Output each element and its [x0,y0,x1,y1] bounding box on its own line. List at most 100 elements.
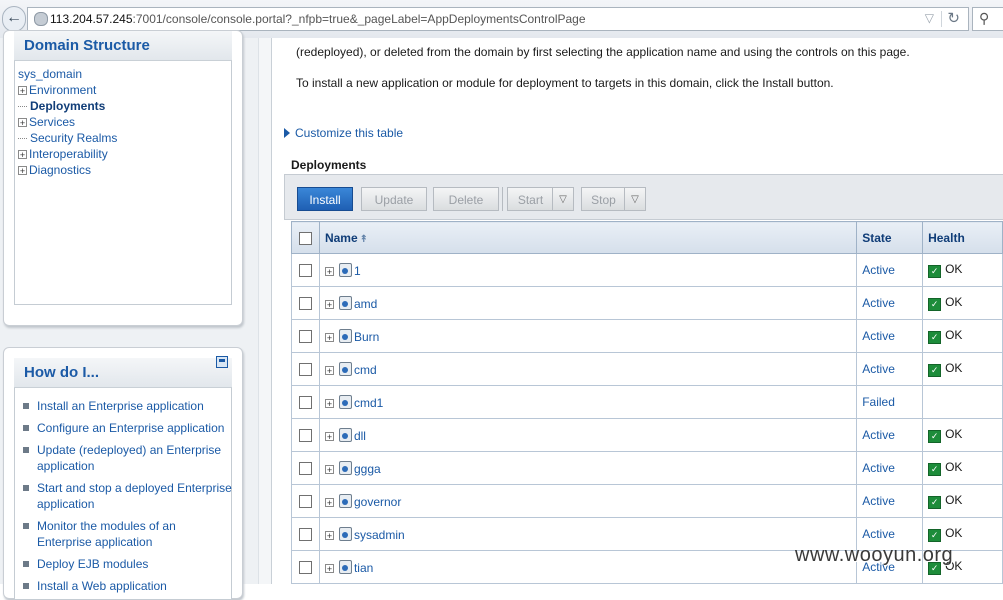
row-select-cell [291,484,320,518]
list-item: Update (redeployed) an Enterprise applic… [22,442,232,474]
state-column-header[interactable]: State [856,221,924,254]
health-value: OK [945,262,963,276]
tree-item-environment[interactable]: Environment [29,83,96,97]
how-do-i-panel: How do I... Install an Enterprise applic… [3,347,243,600]
domain-structure-title: Domain Structure [14,31,232,61]
howto-link[interactable]: Install an Enterprise application [37,399,204,413]
name-cell: +1 [318,253,858,287]
row-checkbox[interactable] [298,561,312,575]
howto-link[interactable]: Update (redeployed) an Enterprise applic… [37,443,221,473]
start-button[interactable]: Start ▽ [507,187,574,211]
name-cell: + sysadmin [318,517,858,551]
expand-icon[interactable]: + [18,150,27,160]
row-checkbox[interactable] [298,264,312,278]
deployment-name-link[interactable]: ggga [354,462,381,476]
expand-icon[interactable]: + [18,166,27,176]
check-icon: ✓ [928,298,942,311]
stop-button[interactable]: Stop ▽ [581,187,646,211]
state-value: Active [862,494,895,508]
expand-icon[interactable]: + [324,332,334,342]
deployment-name-link[interactable]: dll [354,429,366,443]
refresh-icon[interactable]: ↻ [947,9,960,27]
tree-item-diagnostics[interactable]: Diagnostics [29,163,91,177]
expand-icon[interactable]: + [324,299,334,309]
application-icon [338,262,352,277]
table-row: + Burn Active ✓ OK [291,319,1003,353]
expand-icon[interactable]: + [324,563,334,573]
deployment-name-link[interactable]: Burn [354,330,379,344]
sort-ascending-icon[interactable]: ↟ [360,234,368,245]
howto-link[interactable]: Install a Web application [37,579,167,593]
intro-text-line2: To install a new application or module f… [296,76,834,90]
select-all-checkbox[interactable] [298,231,312,245]
tree-item-interoperability[interactable]: Interoperability [29,147,108,161]
chevron-down-icon[interactable]: ▽ [552,188,573,210]
deployments-toolbar: Install Update Delete Start ▽ Stop ▽ [284,174,1003,220]
state-cell: Active [856,253,924,287]
chevron-down-icon[interactable]: ▽ [624,188,645,210]
bullet-icon [23,425,29,431]
row-checkbox[interactable] [298,462,312,476]
tree-root-sys-domain[interactable]: sys_domain [18,67,82,81]
expand-icon[interactable]: + [324,530,334,540]
install-button[interactable]: Install [297,187,353,211]
row-checkbox[interactable] [298,363,312,377]
row-checkbox[interactable] [298,396,312,410]
row-select-cell [291,418,320,452]
list-item: Install a Web application [22,578,232,594]
delete-button[interactable]: Delete [433,187,499,211]
dropdown-arrow-icon[interactable]: ▽ [925,11,934,25]
state-value: Active [862,428,895,442]
search-field[interactable]: ⚲ [972,7,1003,31]
expand-icon[interactable]: + [18,86,27,96]
row-checkbox[interactable] [298,495,312,509]
update-button[interactable]: Update [361,187,427,211]
intro-text-line1: (redeployed), or deleted from the domain… [296,45,910,59]
deployment-name-link[interactable]: tian [354,561,373,575]
expand-icon[interactable]: + [18,118,27,128]
name-cell: + amd [318,286,858,320]
deployment-name-link[interactable]: cmd1 [354,396,383,410]
expand-icon[interactable]: + [324,431,334,441]
deployment-name-link[interactable]: cmd [354,363,377,377]
health-column-header[interactable]: Health [922,221,1003,254]
expand-icon[interactable]: + [324,464,334,474]
application-icon [338,460,352,475]
row-select-cell [291,550,320,584]
name-column-header[interactable]: Name ↟ [318,221,858,254]
back-arrow-icon[interactable]: ← [2,6,26,32]
howto-link[interactable]: Monitor the modules of an Enterprise app… [37,519,176,549]
tree-item-services[interactable]: Services [29,115,75,129]
application-icon [338,526,352,541]
start-button-label: Start [517,193,544,207]
search-icon[interactable]: ⚲ [979,10,989,27]
tree-item-security-realms[interactable]: Security Realms [30,131,117,145]
url-field[interactable]: 113.204.57.245:7001/console/console.port… [27,7,969,31]
customize-table-link[interactable]: Customize this table [284,126,403,140]
column-splitter[interactable] [258,38,272,584]
left-column: Domain Structure sys_domain + Environment… [0,30,258,600]
expand-icon[interactable]: + [324,497,334,507]
expand-icon[interactable]: + [324,365,334,375]
deployment-name-link[interactable]: 1 [354,264,361,278]
tree-item-deployments[interactable]: Deployments [30,99,105,113]
howto-link[interactable]: Deploy EJB modules [37,557,148,571]
expand-icon[interactable]: + [324,266,334,276]
expand-triangle-icon [284,128,290,138]
select-all-header [291,221,320,254]
application-icon [338,559,352,574]
state-cell: Active [856,286,924,320]
row-checkbox[interactable] [298,330,312,344]
expand-icon[interactable]: + [324,398,334,408]
customize-table-label: Customize this table [295,126,404,140]
row-checkbox[interactable] [298,429,312,443]
howto-link[interactable]: Configure an Enterprise application [37,421,224,435]
row-checkbox[interactable] [298,297,312,311]
state-cell: Active [856,418,924,452]
collapse-panel-icon[interactable] [216,356,228,368]
deployment-name-link[interactable]: governor [354,495,401,509]
row-checkbox[interactable] [298,528,312,542]
howto-link[interactable]: Start and stop a deployed Enterprise app… [37,481,232,511]
deployment-name-link[interactable]: sysadmin [354,528,405,542]
deployment-name-link[interactable]: amd [354,297,377,311]
